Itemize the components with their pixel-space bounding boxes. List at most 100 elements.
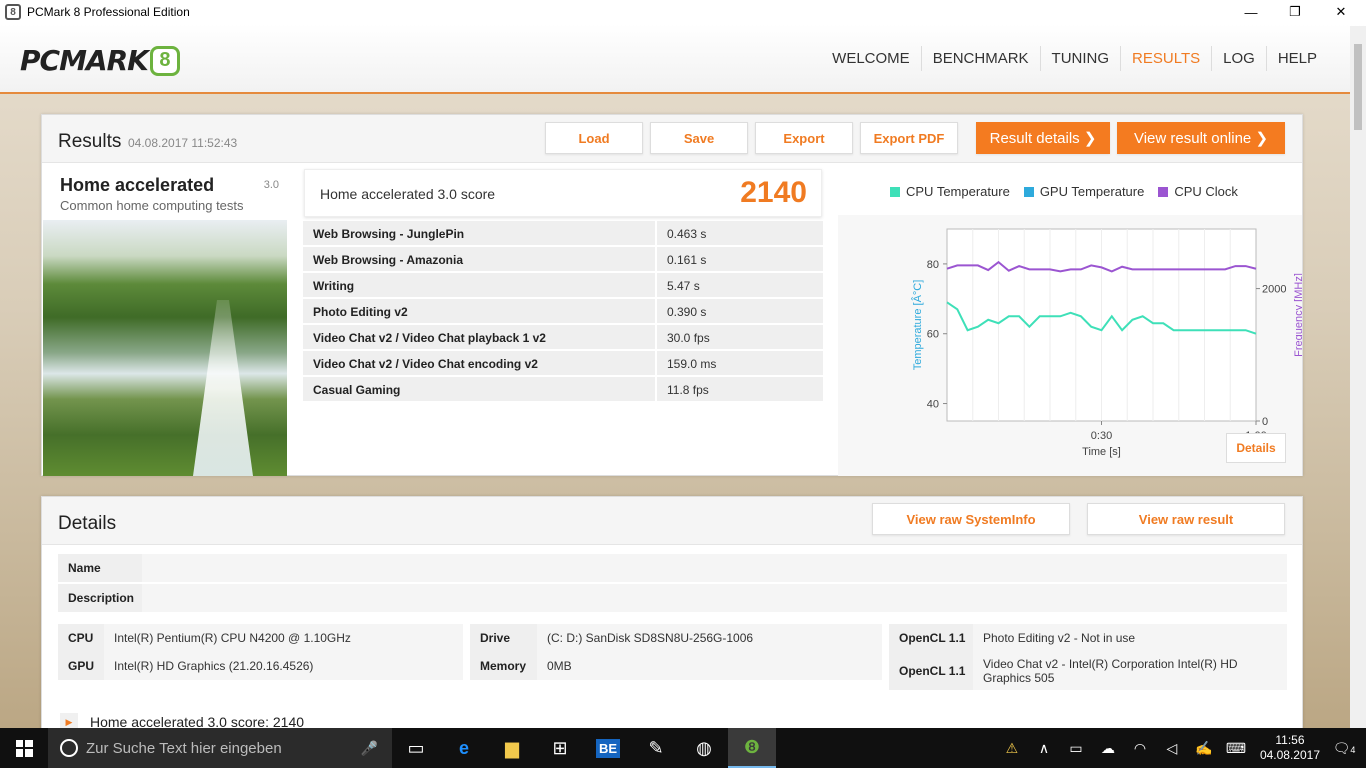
opencl-value: Video Chat v2 - Intel(R) Corporation Int… — [973, 652, 1287, 690]
wifi-icon[interactable]: ◠ — [1124, 740, 1156, 757]
test-name-cell: Writing — [303, 273, 655, 297]
warning-icon[interactable]: ⚠ — [996, 740, 1028, 757]
main-nav: WELCOME BENCHMARK TUNING RESULTS LOG HEL… — [821, 46, 1328, 71]
palette-icon[interactable]: ◍ — [680, 728, 728, 768]
device-icon[interactable]: ▭ — [1060, 740, 1092, 757]
test-value-cell: 11.8 fps — [657, 377, 823, 401]
results-header: Results 04.08.2017 11:52:43 Load Save Ex… — [42, 115, 1302, 163]
close-button[interactable]: ✕ — [1318, 0, 1364, 24]
cpu-row: CPU Intel(R) Pentium(R) CPU N4200 @ 1.10… — [58, 624, 463, 652]
chevron-up-icon[interactable]: ∧ — [1028, 740, 1060, 757]
description-value — [142, 584, 1287, 612]
microphone-icon[interactable]: 🎤 — [361, 740, 378, 757]
score-label: Home accelerated 3.0 score — [320, 186, 496, 202]
vertical-scrollbar[interactable] — [1350, 26, 1366, 728]
nav-help[interactable]: HELP — [1265, 46, 1328, 71]
notification-icon[interactable]: 🗨4 — [1328, 740, 1360, 757]
taskbar-search[interactable]: Zur Suche Text hier eingeben 🎤 — [48, 728, 392, 768]
test-name-cell: Video Chat v2 / Video Chat playback 1 v2 — [303, 325, 655, 349]
test-header: Home accelerated 3.0 Common home computi… — [43, 171, 287, 219]
task-view-icon[interactable]: ▭ — [392, 728, 440, 768]
y-tick-label: 80 — [927, 259, 939, 271]
app-header: PCMARK 8 WELCOME BENCHMARK TUNING RESULT… — [0, 24, 1366, 94]
test-value-cell: 30.0 fps — [657, 325, 823, 349]
be-app-icon[interactable]: BE — [584, 728, 632, 768]
test-value-cell: 5.47 s — [657, 273, 823, 297]
test-value-cell: 0.390 s — [657, 299, 823, 323]
maximize-button[interactable]: ❐ — [1272, 0, 1318, 24]
test-version: 3.0 — [263, 179, 279, 191]
clock-time: 11:56 — [1275, 733, 1305, 747]
nav-tuning[interactable]: TUNING — [1039, 46, 1121, 71]
pen-icon[interactable]: ✍ — [1188, 740, 1220, 757]
chart-svg: 406080020000:301:00Time [s]Temperature [… — [838, 215, 1302, 476]
opencl-label: OpenCL 1.1 — [899, 631, 966, 645]
export-pdf-button[interactable]: Export PDF — [860, 122, 958, 154]
drive-label: Drive — [480, 631, 511, 645]
store-icon[interactable]: ⊞ — [536, 728, 584, 768]
score-value: 2140 — [740, 176, 807, 209]
onedrive-icon[interactable]: ☁ — [1092, 740, 1124, 757]
search-placeholder: Zur Suche Text hier eingeben — [86, 739, 282, 757]
waterfall-image — [43, 220, 287, 476]
opencl-row: OpenCL 1.1 Photo Editing v2 - Not in use — [889, 624, 1287, 652]
view-result-online-button[interactable]: View result online ❯ — [1117, 122, 1285, 154]
memory-label: Memory — [480, 659, 527, 673]
window-title: PCMark 8 Professional Edition — [27, 5, 190, 19]
windows-icon — [15, 739, 33, 757]
cpu-value: Intel(R) Pentium(R) CPU N4200 @ 1.10GHz — [104, 624, 463, 652]
scroll-thumb[interactable] — [1354, 44, 1362, 130]
y-tick-label: 60 — [927, 329, 939, 341]
pcmark-logo: PCMARK 8 — [20, 44, 180, 77]
y2-tick-label: 0 — [1262, 416, 1268, 428]
drive-row: Drive (C: D:) SanDisk SD8SN8U-256G-1006 — [470, 624, 882, 652]
minimize-button[interactable]: — — [1228, 0, 1274, 24]
volume-icon[interactable]: ◁ — [1156, 740, 1188, 757]
file-explorer-icon[interactable]: ▆ — [488, 728, 536, 768]
test-subtitle: Common home computing tests — [60, 198, 244, 213]
y2-axis-label: Frequency [MHz] — [1293, 273, 1302, 357]
app-icon: 8 — [5, 4, 21, 20]
test-name-cell: Web Browsing - JunglePin — [303, 221, 655, 245]
result-details-button[interactable]: Result details ❯ — [976, 122, 1110, 154]
opencl-row: OpenCL 1.1 Video Chat v2 - Intel(R) Corp… — [889, 652, 1287, 690]
cortana-icon — [60, 739, 78, 757]
table-row: Casual Gaming 11.8 fps — [303, 377, 823, 401]
test-name-cell: Casual Gaming — [303, 377, 655, 401]
view-raw-systeminfo-button[interactable]: View raw SystemInfo — [872, 503, 1070, 535]
start-button[interactable] — [0, 728, 48, 768]
system-tray: ⚠ ∧ ▭ ☁ ◠ ◁ ✍ ⌨ 11:56 04.08.2017 🗨4 — [996, 728, 1366, 768]
paint-icon[interactable]: ✎ — [632, 728, 680, 768]
test-name-cell: Video Chat v2 / Video Chat encoding v2 — [303, 351, 655, 375]
save-button[interactable]: Save — [650, 122, 748, 154]
score-box: Home accelerated 3.0 score 2140 — [304, 169, 822, 217]
edge-icon[interactable]: e — [440, 728, 488, 768]
nav-log[interactable]: LOG — [1211, 46, 1266, 71]
results-table: Web Browsing - JunglePin 0.463 s Web Brow… — [303, 221, 823, 403]
results-title: Results — [58, 131, 122, 152]
nav-results[interactable]: RESULTS — [1120, 46, 1211, 71]
drive-value: (C: D:) SanDisk SD8SN8U-256G-1006 — [537, 624, 882, 652]
load-button[interactable]: Load — [545, 122, 643, 154]
y-tick-label: 40 — [927, 399, 939, 411]
table-row: Web Browsing - JunglePin 0.463 s — [303, 221, 823, 245]
taskbar-clock[interactable]: 11:56 04.08.2017 — [1260, 733, 1320, 763]
table-row: Video Chat v2 / Video Chat encoding v2 15… — [303, 351, 823, 375]
logo-number: 8 — [149, 45, 180, 76]
opencl-label: OpenCL 1.1 — [899, 664, 966, 678]
nav-benchmark[interactable]: BENCHMARK — [920, 46, 1040, 71]
details-header: Details View raw SystemInfo View raw res… — [42, 497, 1302, 545]
gpu-label: GPU — [68, 659, 95, 673]
view-raw-result-button[interactable]: View raw result — [1087, 503, 1285, 535]
chart-details-button[interactable]: Details — [1226, 433, 1286, 463]
details-panel: Details View raw SystemInfo View raw res… — [41, 496, 1303, 736]
results-date: 04.08.2017 11:52:43 — [128, 136, 238, 150]
export-button[interactable]: Export — [755, 122, 853, 154]
description-label: Description — [68, 591, 135, 605]
details-title: Details — [58, 513, 117, 534]
pcmark-taskbar-icon[interactable]: ❽ — [728, 728, 776, 768]
keyboard-icon[interactable]: ⌨ — [1220, 740, 1252, 757]
results-panel: Results 04.08.2017 11:52:43 Load Save Ex… — [41, 114, 1303, 476]
nav-welcome[interactable]: WELCOME — [821, 46, 921, 71]
opencl-value: Photo Editing v2 - Not in use — [973, 624, 1287, 652]
